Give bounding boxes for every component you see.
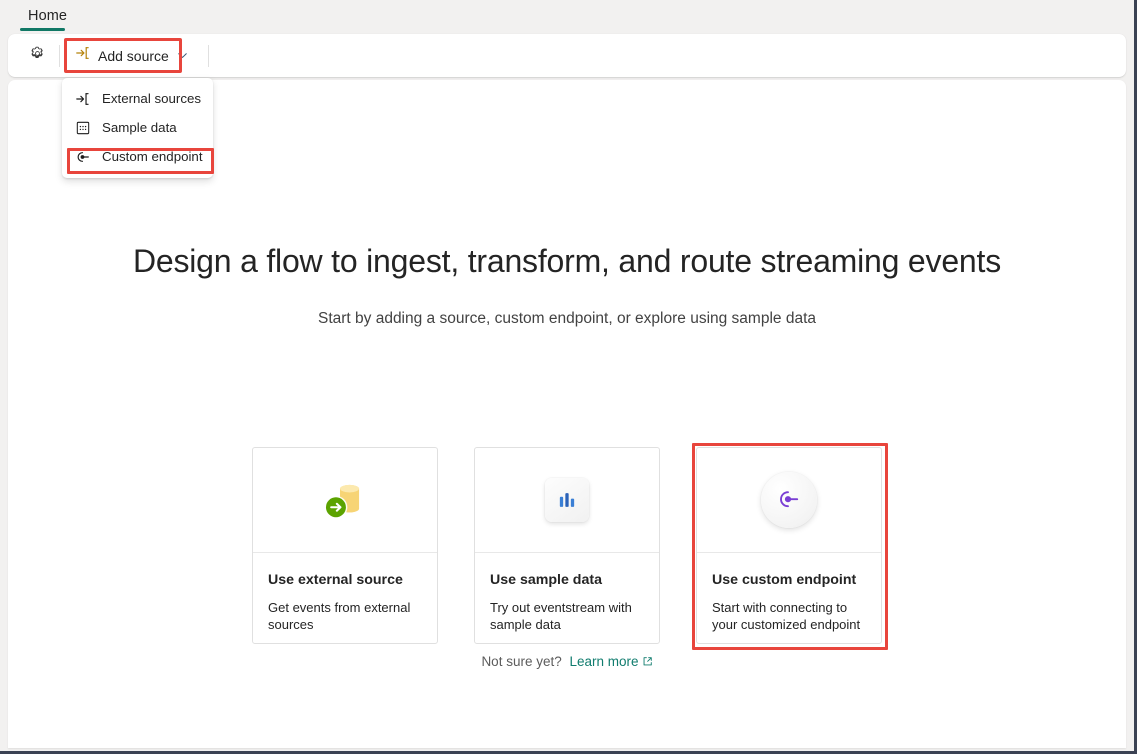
learn-more-link[interactable]: Learn more: [570, 654, 653, 669]
add-source-menu: External sources Sample data: [62, 78, 213, 178]
card-description: Start with connecting to your customized…: [712, 599, 866, 633]
left-rail: [0, 31, 8, 751]
sample-data-icon: [74, 119, 91, 136]
learn-more-row: Not sure yet? Learn more: [8, 654, 1126, 670]
card-media: [475, 448, 659, 553]
settings-button[interactable]: [21, 40, 53, 72]
card-body: Use sample data Try out eventstream with…: [475, 553, 659, 643]
bar-chart-icon: [545, 478, 589, 522]
database-arrow-icon: [315, 470, 375, 530]
menu-item-custom-endpoint[interactable]: Custom endpoint: [62, 142, 213, 171]
add-source-button[interactable]: Add source: [66, 41, 198, 71]
page-title: Design a flow to ingest, transform, and …: [8, 240, 1126, 282]
menu-item-sample-data[interactable]: Sample data: [62, 113, 213, 142]
menu-item-external-sources-label: External sources: [102, 91, 201, 106]
card-title: Use custom endpoint: [712, 571, 866, 590]
add-source-container: Add source: [66, 40, 198, 72]
card-use-sample-data[interactable]: Use sample data Try out eventstream with…: [474, 447, 660, 644]
card-description: Try out eventstream with sample data: [490, 599, 644, 633]
page-subtitle: Start by adding a source, custom endpoin…: [8, 310, 1126, 328]
command-bar: Add source: [8, 34, 1126, 77]
gear-icon: [29, 45, 46, 67]
custom-endpoint-icon: [74, 148, 91, 165]
not-sure-text: Not sure yet?: [481, 654, 561, 669]
card-body: Use external source Get events from exte…: [253, 553, 437, 643]
tab-home-active-indicator: [20, 28, 65, 31]
learn-more-label: Learn more: [570, 654, 639, 669]
add-source-label: Add source: [98, 48, 169, 64]
tabstrip: Home: [0, 0, 1134, 31]
command-bar-divider-2: [208, 45, 209, 67]
card-title: Use external source: [268, 571, 422, 590]
eventstream-canvas: Design a flow to ingest, transform, and …: [8, 80, 1126, 748]
menu-item-custom-endpoint-label: Custom endpoint: [102, 149, 203, 164]
card-description: Get events from external sources: [268, 599, 422, 633]
app-window: Home: [0, 0, 1137, 754]
card-use-custom-endpoint[interactable]: Use custom endpoint Start with connectin…: [696, 447, 882, 644]
card-title: Use sample data: [490, 571, 644, 590]
tab-home-label: Home: [28, 8, 67, 24]
custom-endpoint-icon: [761, 472, 817, 528]
add-source-icon: [75, 45, 91, 66]
card-body: Use custom endpoint Start with connectin…: [697, 553, 881, 643]
card-use-external-source[interactable]: Use external source Get events from exte…: [252, 447, 438, 644]
command-bar-divider-1: [59, 45, 60, 67]
card-media: [697, 448, 881, 553]
chevron-down-icon: [176, 49, 189, 62]
tab-home[interactable]: Home: [20, 0, 75, 31]
open-in-new-icon: [642, 655, 653, 670]
card-media: [253, 448, 437, 553]
menu-item-sample-data-label: Sample data: [102, 120, 177, 135]
start-option-cards: Use external source Get events from exte…: [8, 447, 1126, 644]
external-sources-icon: [74, 90, 91, 107]
menu-item-external-sources[interactable]: External sources: [62, 84, 213, 113]
